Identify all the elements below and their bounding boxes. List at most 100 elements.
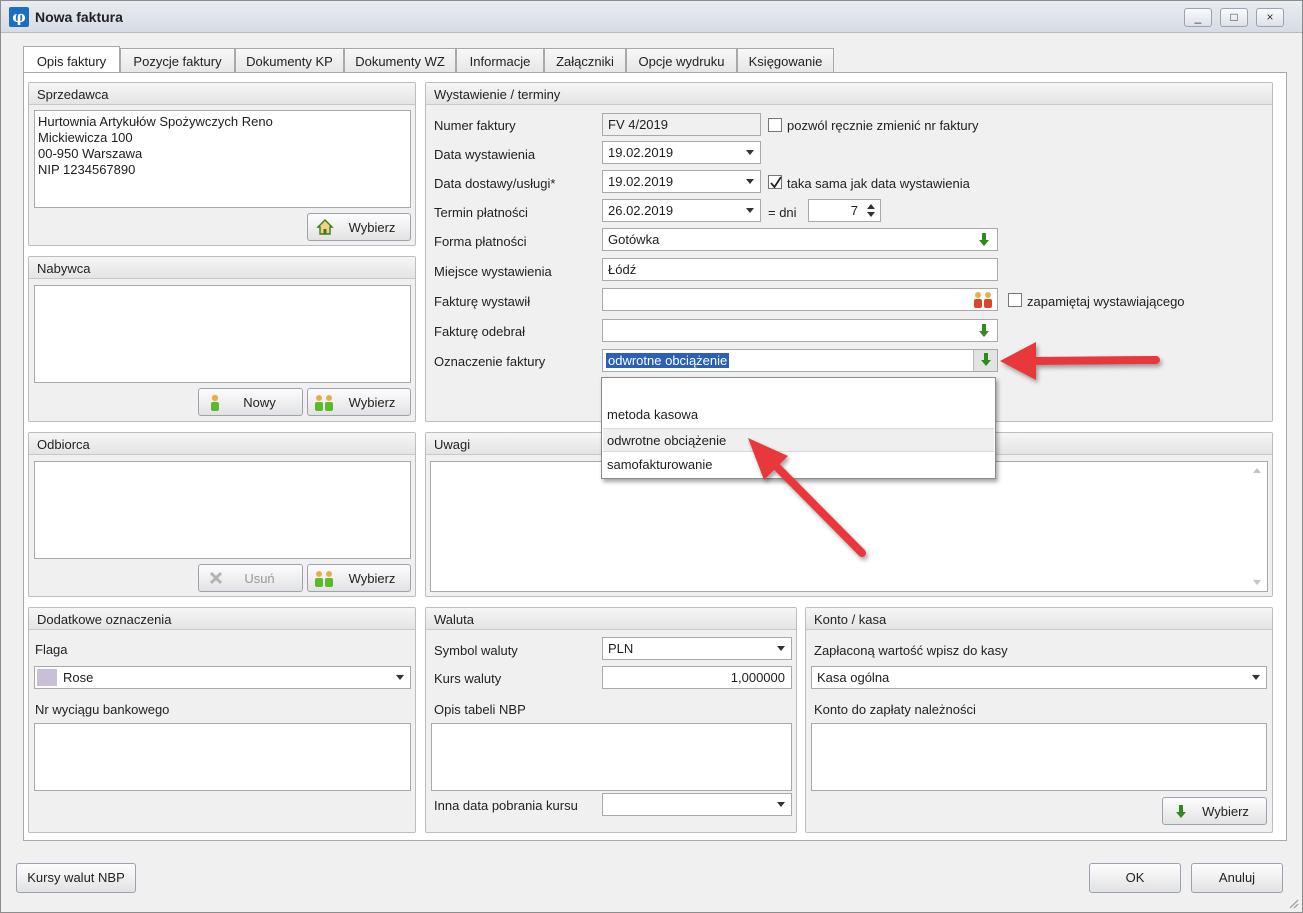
marking-dropdown-list: metoda kasowa odwrotne obciążenie samofa…: [601, 377, 996, 479]
chevron-down-icon[interactable]: [746, 179, 754, 184]
ok-button[interactable]: OK: [1089, 863, 1181, 893]
minimize-button[interactable]: _: [1184, 8, 1212, 27]
buyer-new-label: Nowy: [243, 395, 276, 410]
days-spinner[interactable]: 7: [808, 199, 881, 222]
receiver-panel: Odbiorca Usuń Wybierz: [28, 432, 416, 597]
tab-opcje-wydruku[interactable]: Opcje wydruku: [626, 48, 737, 73]
other-rate-date-picker[interactable]: [602, 793, 792, 816]
issue-panel-title: Wystawienie / terminy: [426, 83, 1272, 105]
marking-dropdown-button[interactable]: [973, 350, 997, 371]
buyer-new-button[interactable]: Nowy: [198, 388, 303, 416]
receiver-choose-label: Wybierz: [348, 571, 396, 586]
issued-by-field[interactable]: [602, 288, 998, 311]
green-down-arrow-icon[interactable]: [978, 324, 990, 338]
flag-color-swatch: [37, 669, 57, 686]
receiver-remove-label: Usuń: [244, 571, 275, 586]
green-down-arrow-icon: [1176, 805, 1186, 818]
resize-grip-icon[interactable]: [1287, 897, 1299, 909]
chevron-down-icon[interactable]: [777, 802, 785, 807]
same-date-checkbox[interactable]: [768, 175, 782, 189]
remember-issuer-checkbox[interactable]: [1008, 293, 1022, 307]
delivery-date-value: 19.02.2019: [608, 174, 674, 189]
cancel-button[interactable]: Anuluj: [1191, 863, 1283, 893]
delivery-date-picker[interactable]: 19.02.2019: [602, 170, 761, 193]
receiver-remove-button[interactable]: Usuń: [198, 564, 303, 592]
received-by-field[interactable]: [602, 319, 998, 342]
nbp-table-textarea[interactable]: [431, 723, 792, 791]
tab-zalaczniki[interactable]: Załączniki: [544, 48, 626, 73]
currency-symbol-label: Symbol waluty: [434, 643, 518, 658]
flag-select[interactable]: Rose: [34, 666, 411, 689]
home-icon: [316, 219, 334, 235]
marking-option-cash[interactable]: metoda kasowa: [603, 403, 994, 427]
green-down-arrow-icon: [981, 353, 991, 366]
spinner-arrows-icon[interactable]: [866, 202, 876, 219]
days-label: = dni: [768, 205, 797, 220]
issue-date-picker[interactable]: 19.02.2019: [602, 141, 761, 164]
seller-address-box[interactable]: Hurtownia Artykułów Spożywczych Reno Mic…: [34, 110, 411, 208]
nbp-rates-button[interactable]: Kursy walut NBP: [16, 863, 136, 893]
invoice-marking-field[interactable]: odwrotne obciążenie: [602, 349, 998, 372]
receiver-choose-button[interactable]: Wybierz: [307, 564, 411, 592]
flag-label: Flaga: [35, 642, 68, 657]
due-date-label: Termin płatności: [434, 205, 528, 220]
scroll-down-icon[interactable]: [1253, 580, 1261, 585]
nbp-table-label: Opis tabeli NBP: [434, 702, 526, 717]
currency-panel: Waluta Symbol waluty PLN Kurs waluty 1,0…: [425, 607, 797, 833]
chevron-down-icon[interactable]: [1252, 675, 1260, 680]
close-button[interactable]: ×: [1256, 8, 1284, 27]
payment-form-field[interactable]: Gotówka: [602, 228, 998, 251]
issue-date-value: 19.02.2019: [608, 145, 674, 160]
people-icon: [315, 395, 333, 411]
currency-panel-title: Waluta: [426, 608, 796, 630]
scroll-up-icon[interactable]: [1253, 468, 1261, 473]
tab-dokumenty-wz[interactable]: Dokumenty WZ: [344, 48, 456, 73]
marking-option-reverse-charge[interactable]: odwrotne obciążenie: [603, 428, 994, 452]
tab-dokumenty-kp[interactable]: Dokumenty KP: [235, 48, 344, 73]
manual-number-checkbox[interactable]: [768, 118, 782, 132]
seller-line: NIP 1234567890: [38, 162, 136, 177]
invoice-number-field[interactable]: FV 4/2019: [602, 113, 761, 136]
payment-form-label: Forma płatności: [434, 234, 527, 249]
seller-panel-title: Sprzedawca: [29, 83, 415, 105]
account-textarea[interactable]: [811, 723, 1267, 791]
notes-textarea[interactable]: [430, 461, 1268, 592]
people-search-icon[interactable]: [973, 291, 993, 309]
extra-panel: Dodatkowe oznaczenia Flaga Rose Nr wycią…: [28, 607, 416, 833]
payment-form-value: Gotówka: [608, 232, 660, 247]
seller-line: Hurtownia Artykułów Spożywczych Reno: [38, 114, 273, 129]
bank-statement-textarea[interactable]: [34, 723, 411, 791]
marking-option-self-billing[interactable]: samofakturowanie: [603, 453, 994, 477]
days-value: 7: [850, 203, 858, 218]
other-rate-date-label: Inna data pobrania kursu: [434, 798, 578, 813]
currency-symbol-select[interactable]: PLN: [602, 637, 792, 660]
cash-select[interactable]: Kasa ogólna: [811, 666, 1267, 689]
tab-pozycje-faktury[interactable]: Pozycje faktury: [120, 48, 235, 73]
people-icon: [315, 571, 333, 587]
chevron-down-icon[interactable]: [746, 150, 754, 155]
issued-by-label: Fakturę wystawił: [434, 294, 531, 309]
place-label: Miejsce wystawienia: [434, 264, 552, 279]
chevron-down-icon[interactable]: [777, 646, 785, 651]
maximize-button[interactable]: □: [1220, 8, 1248, 27]
account-choose-button[interactable]: Wybierz: [1162, 797, 1267, 825]
chevron-down-icon[interactable]: [396, 675, 404, 680]
issue-date-label: Data wystawienia: [434, 147, 536, 162]
buyer-choose-label: Wybierz: [348, 395, 396, 410]
green-down-arrow-icon[interactable]: [978, 233, 990, 247]
exchange-rate-field[interactable]: 1,000000: [602, 666, 792, 689]
cash-label: Zapłaconą wartość wpisz do kasy: [814, 643, 1008, 658]
chevron-down-icon[interactable]: [746, 208, 754, 213]
buyer-choose-button[interactable]: Wybierz: [307, 388, 411, 416]
remove-x-icon: [209, 571, 223, 585]
receiver-box[interactable]: [34, 461, 411, 559]
seller-line: 00-950 Warszawa: [38, 146, 143, 161]
tab-informacje[interactable]: Informacje: [456, 48, 544, 73]
tab-ksiegowanie[interactable]: Księgowanie: [737, 48, 834, 73]
tab-opis-faktury[interactable]: Opis faktury: [23, 46, 120, 72]
marking-option-empty[interactable]: [603, 379, 994, 403]
buyer-box[interactable]: [34, 285, 411, 383]
due-date-picker[interactable]: 26.02.2019: [602, 199, 761, 222]
place-field[interactable]: Łódź: [602, 258, 998, 281]
seller-choose-button[interactable]: Wybierz: [307, 213, 411, 241]
